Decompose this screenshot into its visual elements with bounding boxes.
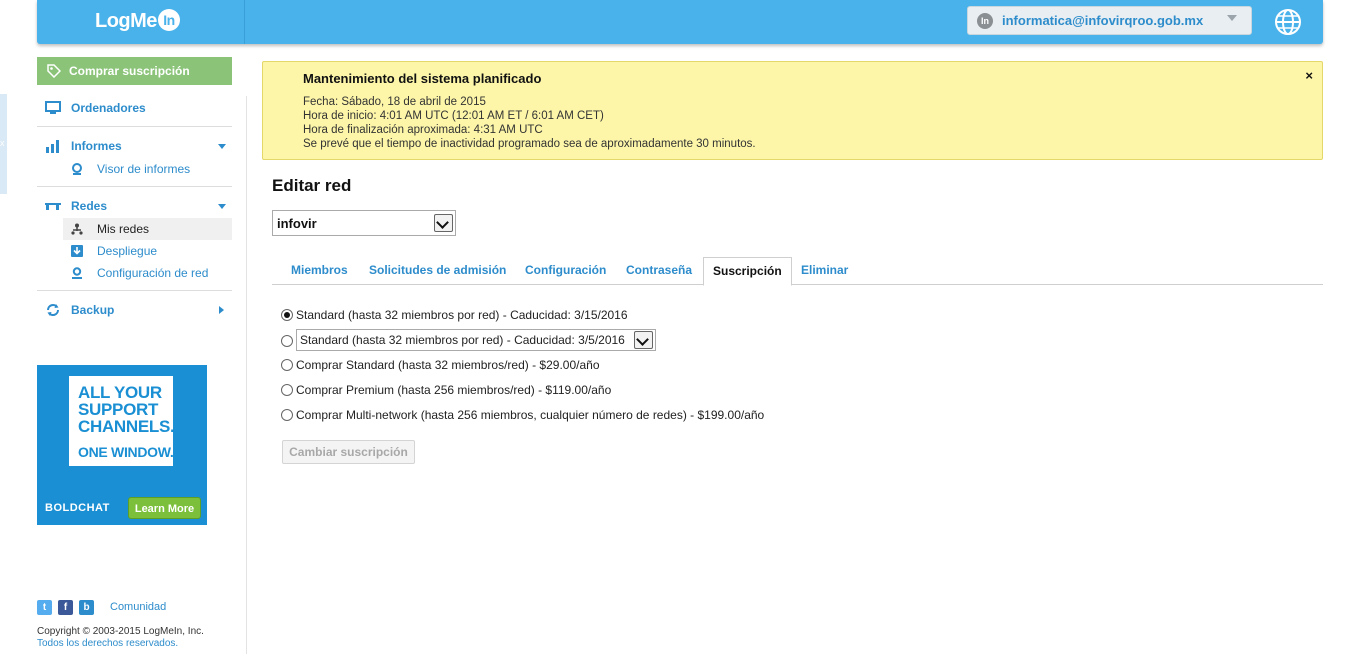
sidebar-subitem-mis-redes[interactable]: Mis redes (63, 218, 232, 240)
sidebar-subitem-label: Despliegue (97, 244, 158, 258)
sidebar-item-ordenadores[interactable]: Ordenadores (37, 95, 232, 120)
chevron-down-icon[interactable] (634, 331, 653, 349)
tab-miembros[interactable]: Miembros (291, 263, 348, 277)
notice-line: Fecha: Sábado, 18 de abril de 2015 (303, 96, 486, 108)
sidebar-footer: t f b Comunidad Copyright © 2003-2015 Lo… (37, 598, 237, 650)
buy-subscription-button[interactable]: Comprar suscripción (37, 57, 232, 85)
facebook-icon[interactable]: f (58, 600, 73, 615)
my-networks-icon (71, 223, 83, 235)
sidebar-item-redes[interactable]: Redes (37, 193, 232, 218)
rights-link[interactable]: Todos los derechos reservados. (37, 638, 237, 650)
account-menu-button[interactable]: In informatica@infovirqroo.gob.mx (967, 6, 1252, 35)
top-header: LogMe In In informatica@infovirqroo.gob.m… (37, 0, 1323, 44)
logo-area[interactable]: LogMe In (37, 0, 245, 44)
close-icon[interactable]: × (1305, 68, 1313, 83)
ad-headline-text: ALL YOUR SUPPORT CHANNELS. (78, 383, 175, 436)
notice-title: Mantenimiento del sistema planificado (303, 71, 542, 86)
radio-button[interactable] (281, 384, 293, 396)
boldchat-ad-banner[interactable]: ALL YOUR SUPPORT CHANNELS. ONE WINDOW. B… (37, 365, 207, 525)
sidebar-item-label: Backup (71, 303, 115, 317)
notice-line: Hora de finalización aproximada: 4:31 AM… (303, 124, 543, 136)
tab-configuracion[interactable]: Configuración (525, 263, 606, 277)
edge-panel-tab[interactable]: x (0, 94, 7, 194)
buy-subscription-label: Comprar suscripción (69, 64, 190, 78)
expiration-select[interactable]: Standard (hasta 32 miembros por red) - C… (296, 329, 656, 351)
sidebar-subitem-label: Configuración de red (97, 266, 209, 280)
ad-subheadline: ONE WINDOW. (78, 444, 174, 460)
radio-button[interactable] (281, 409, 293, 421)
sidebar-divider (37, 290, 232, 291)
maintenance-notice: Mantenimiento del sistema planificado Fe… (262, 61, 1323, 160)
notice-body: Fecha: Sábado, 18 de abril de 2015 Hora … (303, 95, 756, 151)
logo-in-badge: In (157, 9, 180, 31)
network-icon (45, 203, 61, 210)
tab-eliminar[interactable]: Eliminar (801, 263, 848, 277)
tab-suscripcion[interactable]: Suscripción (703, 257, 792, 286)
subscription-option[interactable]: Comprar Premium (hasta 256 miembros/red)… (281, 383, 611, 397)
blog-icon[interactable]: b (79, 600, 94, 615)
sidebar: Comprar suscripción Ordenadores Informes… (37, 57, 232, 322)
deploy-icon (71, 245, 83, 257)
chevron-down-icon[interactable] (434, 214, 453, 232)
twitter-icon[interactable]: t (37, 600, 52, 615)
chevron-down-icon[interactable] (218, 144, 226, 149)
subscription-option[interactable]: Comprar Standard (hasta 32 miembros/red)… (281, 358, 600, 372)
expiration-select-value: Standard (hasta 32 miembros por red) - C… (300, 333, 625, 347)
sidebar-divider (37, 186, 232, 187)
social-links: t f b Comunidad (37, 598, 237, 618)
radio-button[interactable] (281, 335, 293, 347)
monitor-icon (45, 101, 61, 114)
logmein-logo[interactable]: LogMe In (95, 9, 180, 33)
tab-bar: Miembros Solicitudes de admisión Configu… (272, 257, 1323, 286)
sidebar-item-informes[interactable]: Informes (37, 133, 232, 158)
sidebar-item-backup[interactable]: Backup (37, 297, 232, 322)
sidebar-subitem-label: Mis redes (97, 222, 150, 236)
copyright-text: Copyright © 2003-2015 LogMeIn, Inc. (37, 626, 204, 637)
sidebar-item-label: Redes (71, 199, 108, 213)
notice-line: Hora de inicio: 4:01 AM UTC (12:01 AM ET… (303, 110, 604, 122)
chevron-down-icon (1227, 15, 1237, 21)
tag-icon (47, 64, 61, 78)
sidebar-subitem-configuracion-de-red[interactable]: Configuración de red (37, 262, 232, 284)
option-label: Comprar Multi-network (hasta 256 miembro… (296, 408, 765, 422)
sidebar-item-label: Ordenadores (71, 101, 146, 115)
tab-contrasena[interactable]: Contraseña (626, 263, 692, 277)
learn-more-button[interactable]: Learn More (128, 497, 201, 519)
sidebar-nav: Ordenadores Informes Visor de informes R… (37, 95, 232, 322)
logo-text: LogMe (95, 10, 157, 32)
network-config-icon (72, 267, 82, 279)
logmein-badge-icon: In (977, 13, 993, 29)
sidebar-subitem-visor-de-informes[interactable]: Visor de informes (37, 158, 232, 180)
tab-solicitudes-de-admision[interactable]: Solicitudes de admisión (369, 263, 506, 277)
radio-button[interactable] (281, 309, 293, 321)
network-select[interactable]: infovir (272, 210, 456, 236)
edge-tab-glyph: x (0, 138, 5, 148)
boldchat-logo: BOLDCHAT (45, 502, 110, 514)
subscription-option[interactable]: Comprar Multi-network (hasta 256 miembro… (281, 408, 764, 422)
account-email: informatica@infovirqroo.gob.mx (1002, 13, 1204, 28)
globe-icon[interactable] (1273, 7, 1303, 37)
option-label: Comprar Premium (hasta 256 miembros/red)… (296, 383, 612, 397)
sidebar-vertical-divider (246, 96, 247, 654)
subscription-option[interactable]: Standard (hasta 32 miembros por red) - C… (281, 308, 628, 322)
report-viewer-icon (72, 163, 82, 175)
community-link[interactable]: Comunidad (110, 601, 166, 613)
option-label: Standard (hasta 32 miembros por red) - C… (296, 308, 628, 322)
radio-button[interactable] (281, 359, 293, 371)
subscription-option[interactable]: Standard (hasta 32 miembros por red) - C… (281, 329, 656, 351)
sidebar-subitem-label: Visor de informes (97, 162, 191, 176)
bar-chart-icon (46, 140, 59, 153)
sidebar-subitem-despliegue[interactable]: Despliegue (37, 240, 232, 262)
chevron-down-icon[interactable] (218, 204, 226, 209)
option-label: Comprar Standard (hasta 32 miembros/red)… (296, 358, 600, 372)
sidebar-item-label: Informes (71, 139, 122, 153)
page-title: Editar red (272, 176, 352, 195)
network-select-value: infovir (277, 216, 317, 231)
sidebar-divider (37, 126, 232, 127)
notice-line: Se prevé que el tiempo de inactividad pr… (303, 138, 756, 150)
chevron-right-icon[interactable] (219, 306, 224, 314)
ad-headline: ALL YOUR SUPPORT CHANNELS. (78, 383, 175, 436)
backup-icon (47, 304, 59, 316)
change-subscription-button[interactable]: Cambiar suscripción (282, 440, 415, 464)
